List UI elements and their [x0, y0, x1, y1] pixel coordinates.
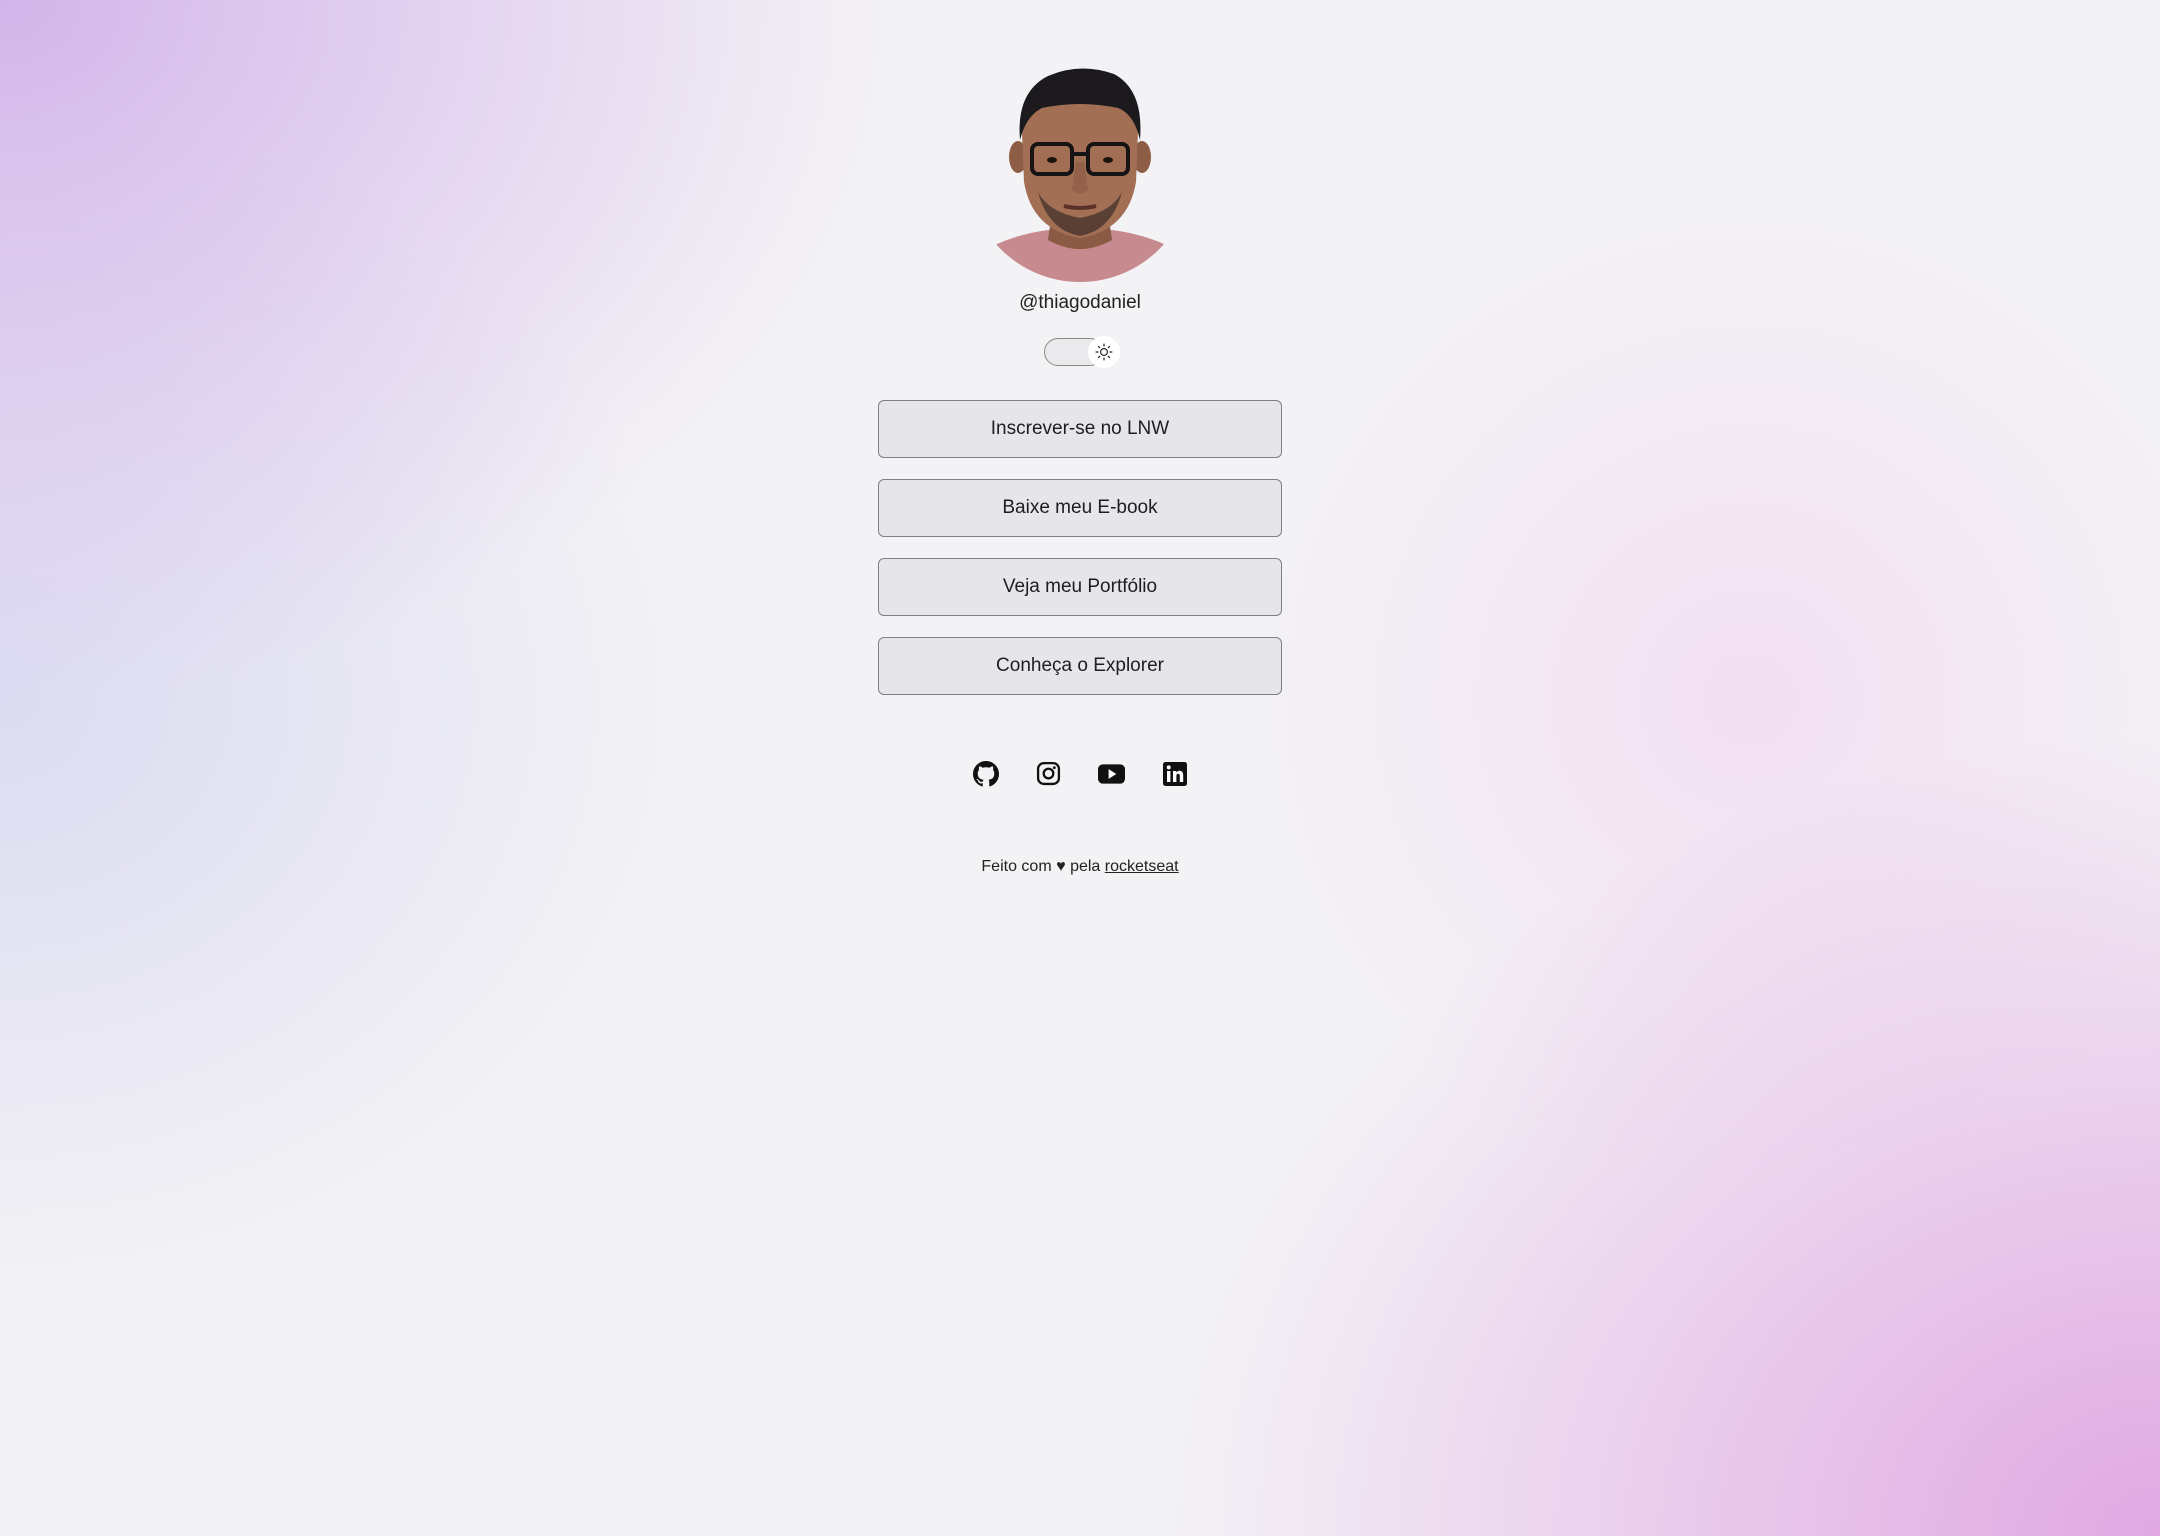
instagram-icon[interactable] [1035, 760, 1062, 787]
footer-middle: pela [1070, 858, 1101, 875]
sun-icon [1095, 343, 1113, 361]
profile-section: @thiagodaniel [0, 62, 2160, 368]
footer: Feito com ♥ pela rocketseat [0, 858, 2160, 876]
profile-handle: @thiagodaniel [1019, 292, 1141, 313]
avatar [968, 62, 1192, 282]
link-button-explorer[interactable]: Conheça o Explorer [878, 637, 1282, 695]
theme-toggle[interactable] [1044, 336, 1120, 368]
youtube-icon[interactable] [1098, 760, 1125, 787]
link-button-ebook[interactable]: Baixe meu E-book [878, 479, 1282, 537]
avatar-image [968, 68, 1192, 282]
page: @thiagodaniel Inscrever-se no LNW Baixe … [0, 0, 2160, 1536]
links-list: Inscrever-se no LNW Baixe meu E-book Vej… [878, 400, 1282, 716]
rocketseat-link[interactable]: rocketseat [1105, 858, 1179, 875]
linkedin-icon[interactable] [1161, 760, 1188, 787]
social-links [0, 760, 2160, 787]
toggle-knob[interactable] [1088, 336, 1120, 368]
footer-prefix: Feito com [981, 858, 1052, 875]
link-button-lnw[interactable]: Inscrever-se no LNW [878, 400, 1282, 458]
github-icon[interactable] [972, 760, 999, 787]
link-button-portfolio[interactable]: Veja meu Portfólio [878, 558, 1282, 616]
heart-icon: ♥ [1056, 858, 1066, 875]
